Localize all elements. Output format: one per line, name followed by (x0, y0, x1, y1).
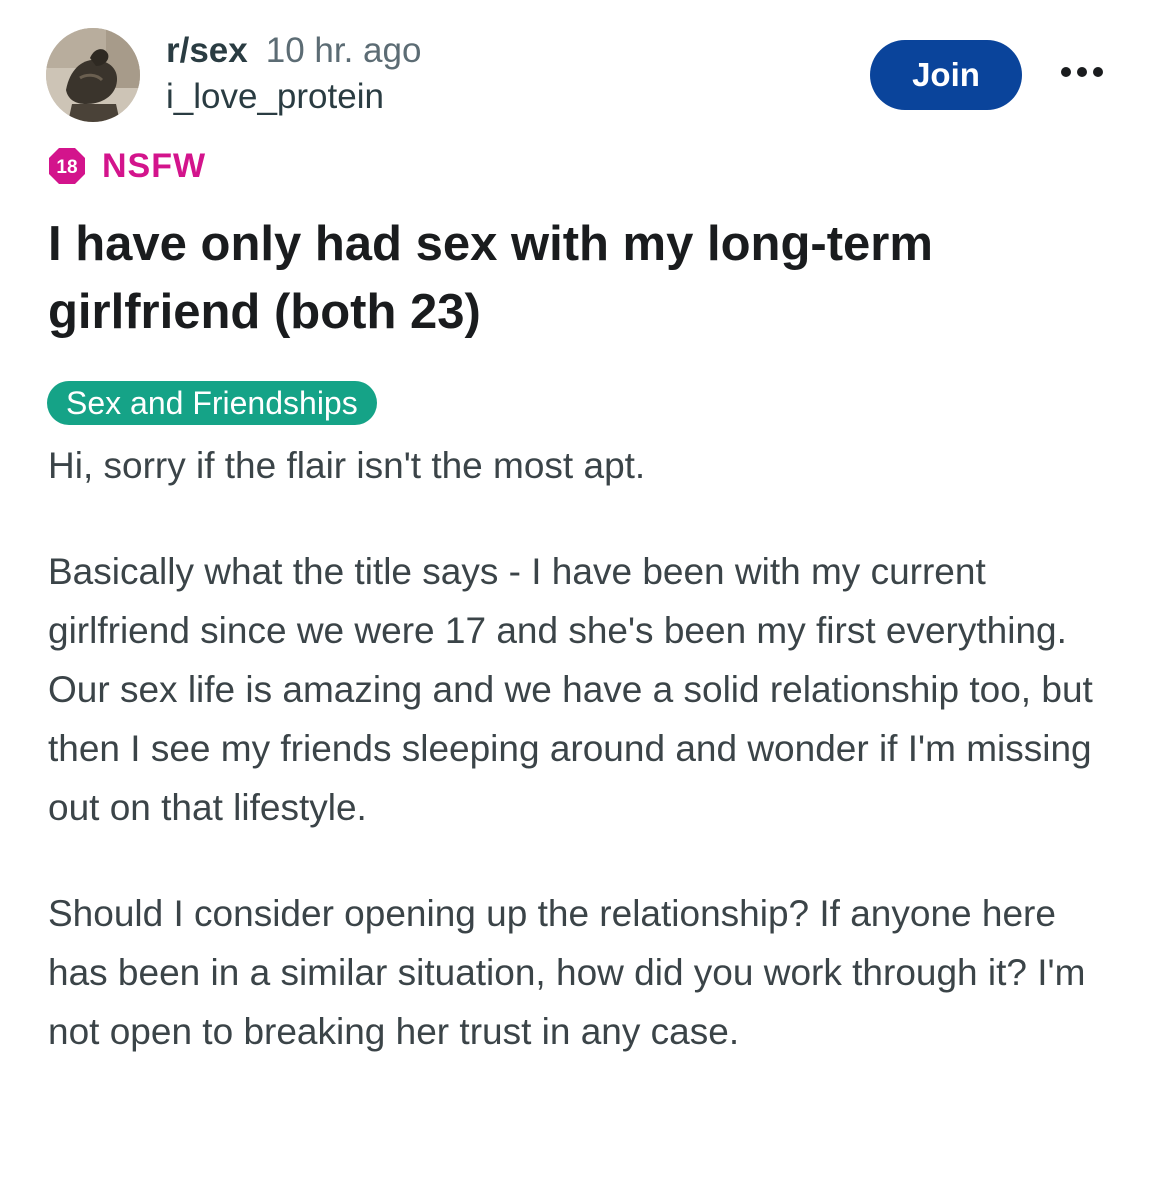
author-username[interactable]: i_love_protein (166, 76, 421, 118)
avatar-image (46, 28, 140, 122)
post-body: Hi, sorry if the flair isn't the most ap… (48, 436, 1118, 1061)
body-paragraph: Hi, sorry if the flair isn't the most ap… (48, 445, 646, 486)
nsfw-age-text: 18 (56, 157, 77, 178)
post-time: 10 hr. ago (265, 31, 422, 70)
nsfw-label: NSFW (102, 146, 207, 185)
meta-line: r/sex 10 hr. ago (166, 30, 421, 72)
post-flair[interactable]: Sex and Friendships (47, 381, 377, 425)
nsfw-18-icon: 18 (49, 148, 85, 184)
post-meta: r/sex 10 hr. ago i_love_protein (166, 30, 421, 118)
ellipsis-icon[interactable] (1058, 62, 1106, 82)
body-paragraph: Should I consider opening up the relatio… (48, 893, 1086, 1052)
subreddit-name[interactable]: r/sex (166, 31, 248, 70)
nsfw-tag: 18 NSFW (48, 146, 206, 186)
post-title[interactable]: I have only had sex with my long-term gi… (48, 210, 1108, 346)
subreddit-avatar[interactable] (46, 28, 140, 122)
post-card: r/sex 10 hr. ago i_love_protein Join 18 N… (0, 0, 1156, 1200)
join-button[interactable]: Join (870, 40, 1022, 110)
body-paragraph: Basically what the title says - I have b… (48, 551, 1093, 828)
